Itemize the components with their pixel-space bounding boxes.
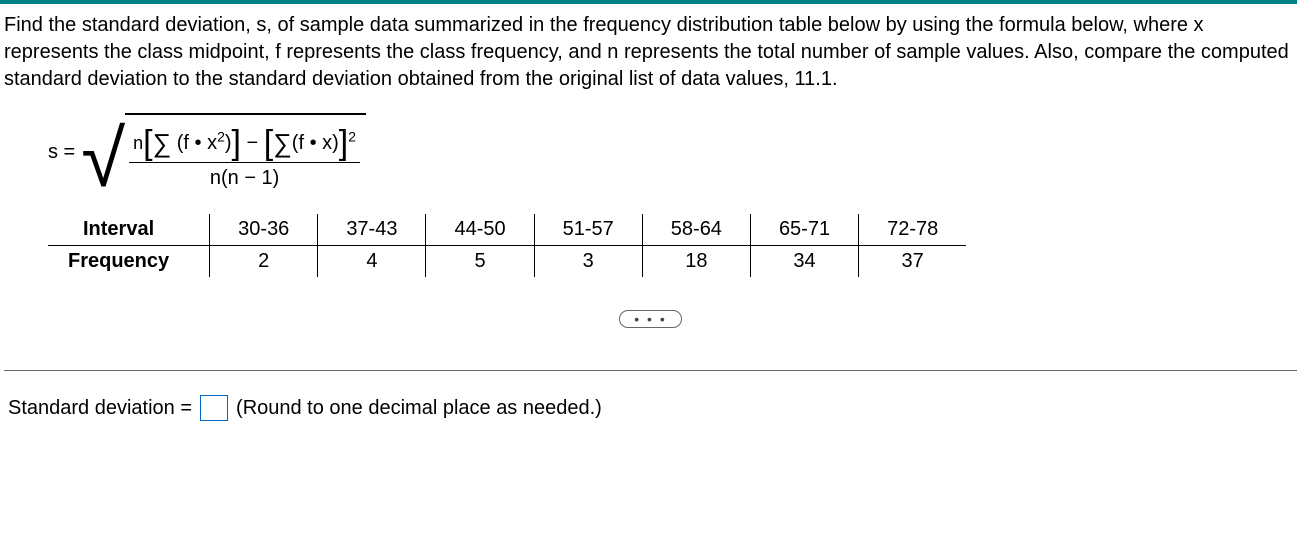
answer-label: Standard deviation = [8, 397, 192, 420]
n-prefix: n [133, 133, 143, 153]
content-area: Find the standard deviation, s, of sampl… [0, 4, 1297, 421]
frequency-cell: 4 [318, 246, 426, 278]
fx-body-2: (f • x) [292, 132, 339, 154]
interval-cell: 51-57 [534, 214, 642, 246]
sigma-2: ∑ [273, 128, 292, 158]
interval-cell: 58-64 [642, 214, 750, 246]
numerator: n[∑ (f • x2)] − [∑(f • x)]2 [129, 119, 360, 163]
frequency-table: Interval 30-36 37-43 44-50 51-57 58-64 6… [48, 214, 966, 277]
minus: − [241, 132, 264, 154]
lbracket2: [ [264, 124, 273, 162]
problem-statement: Find the standard deviation, s, of sampl… [4, 12, 1297, 93]
expand-button[interactable]: • • • [619, 310, 681, 328]
formula: s = √ n[∑ (f • x2)] − [∑(f • x)]2 n(n − … [48, 113, 1297, 192]
answer-row: Standard deviation = (Round to one decim… [4, 395, 1297, 421]
close-paren: ) [225, 132, 232, 154]
frequency-label: Frequency [48, 246, 210, 278]
sigma-1: ∑ [153, 128, 172, 158]
interval-cell: 65-71 [750, 214, 858, 246]
radical-icon: √ [81, 131, 125, 210]
formula-lhs: s = [48, 141, 75, 164]
frequency-cell: 2 [210, 246, 318, 278]
interval-cell: 30-36 [210, 214, 318, 246]
interval-cell: 72-78 [859, 214, 967, 246]
fraction: n[∑ (f • x2)] − [∑(f • x)]2 n(n − 1) [129, 119, 360, 190]
frequency-cell: 18 [642, 246, 750, 278]
divider [4, 370, 1297, 371]
lbracket1: [ [143, 124, 152, 162]
answer-input[interactable] [200, 395, 228, 421]
rbracket2: ] [339, 124, 348, 162]
interval-label: Interval [48, 214, 210, 246]
fx-body-1: f • x [183, 132, 217, 154]
frequency-row: Frequency 2 4 5 3 18 34 37 [48, 246, 966, 278]
sqrt: √ n[∑ (f • x2)] − [∑(f • x)]2 n(n − 1) [81, 113, 366, 192]
interval-row: Interval 30-36 37-43 44-50 51-57 58-64 6… [48, 214, 966, 246]
frequency-cell: 37 [859, 246, 967, 278]
answer-hint: (Round to one decimal place as needed.) [236, 397, 602, 420]
outer-exp: 2 [348, 128, 356, 144]
denominator: n(n − 1) [129, 163, 360, 190]
rbracket1: ] [232, 124, 241, 162]
expand-row: • • • [4, 307, 1297, 330]
frequency-cell: 3 [534, 246, 642, 278]
x-squared-exp: 2 [217, 128, 225, 144]
radicand: n[∑ (f • x2)] − [∑(f • x)]2 n(n − 1) [125, 113, 366, 192]
frequency-cell: 34 [750, 246, 858, 278]
interval-cell: 37-43 [318, 214, 426, 246]
frequency-cell: 5 [426, 246, 534, 278]
interval-cell: 44-50 [426, 214, 534, 246]
